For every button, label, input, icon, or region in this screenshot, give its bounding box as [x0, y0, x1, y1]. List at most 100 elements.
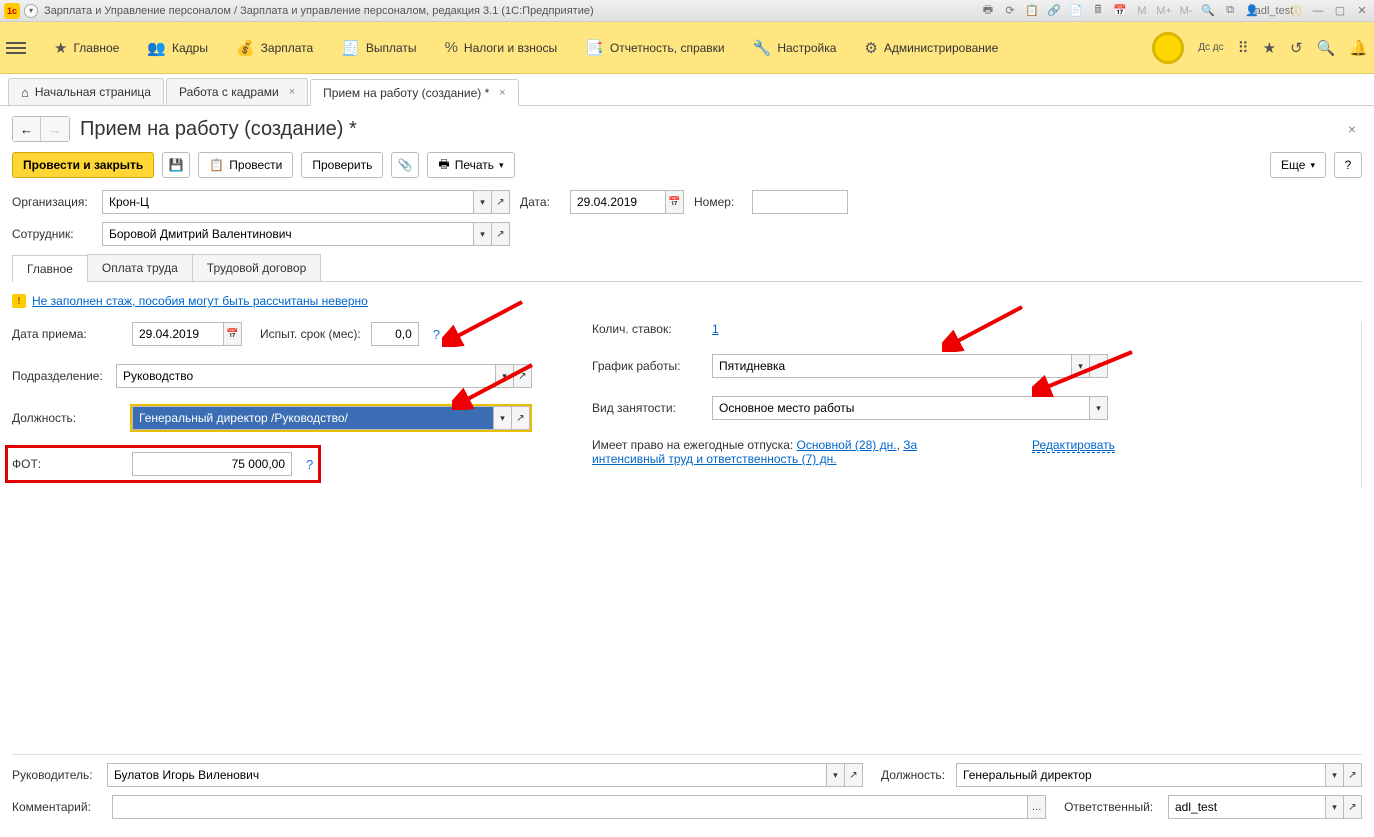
manager-field[interactable]: ▾↗: [107, 763, 863, 787]
open-icon[interactable]: ↗: [1090, 354, 1108, 378]
rates-link[interactable]: 1: [712, 322, 719, 336]
chevron-down-icon[interactable]: ▾: [1326, 763, 1344, 787]
open-icon[interactable]: ↗: [512, 406, 530, 430]
burger-icon[interactable]: [6, 42, 26, 54]
edit-vacation-link[interactable]: Редактировать: [1032, 438, 1115, 453]
schedule-field[interactable]: ▾↗: [712, 354, 1108, 378]
position-field[interactable]: ▾↗: [132, 406, 530, 430]
star-icon[interactable]: ★: [1263, 39, 1276, 57]
tab-hire[interactable]: Прием на работу (создание) *×: [310, 79, 519, 106]
menu-hr[interactable]: 👥Кадры: [133, 22, 222, 73]
chevron-down-icon[interactable]: ▾: [1090, 396, 1108, 420]
check-button[interactable]: Проверить: [301, 152, 383, 178]
open-icon[interactable]: ↗: [1344, 763, 1362, 787]
bell-icon[interactable]: 🔔: [1349, 39, 1368, 57]
employment-field[interactable]: ▾: [712, 396, 1108, 420]
open-icon[interactable]: ↗: [492, 222, 510, 246]
history-icon[interactable]: ↺: [1290, 39, 1303, 57]
tab-home[interactable]: ⌂Начальная страница: [8, 78, 164, 105]
close-icon[interactable]: ×: [289, 86, 295, 98]
chevron-down-icon[interactable]: ▾: [496, 364, 514, 388]
organization-input[interactable]: [102, 190, 474, 214]
maximize-icon[interactable]: ▢: [1332, 3, 1348, 19]
zoom-icon[interactable]: 🔍: [1200, 3, 1216, 19]
date-field[interactable]: 📅: [570, 190, 684, 214]
comment-input[interactable]: [112, 795, 1028, 819]
open-icon[interactable]: ↗: [845, 763, 863, 787]
close-icon[interactable]: ×: [499, 87, 505, 99]
inner-tab-main[interactable]: Главное: [12, 255, 88, 282]
tab-hr-work[interactable]: Работа с кадрами×: [166, 78, 308, 105]
manager-input[interactable]: [107, 763, 827, 787]
menu-admin[interactable]: ⚙Администрирование: [850, 22, 1012, 73]
chevron-down-icon[interactable]: ▾: [1072, 354, 1090, 378]
inner-tab-pay[interactable]: Оплата труда: [87, 254, 193, 281]
comment-field[interactable]: …: [112, 795, 1046, 819]
search-icon[interactable]: 🔍: [1317, 39, 1336, 57]
number-input[interactable]: [752, 190, 848, 214]
fot-field[interactable]: [132, 452, 292, 476]
responsible-input[interactable]: [1168, 795, 1326, 819]
position-input[interactable]: [132, 406, 494, 430]
chevron-down-icon[interactable]: ▾: [1326, 795, 1344, 819]
window-icon[interactable]: ⧉: [1222, 3, 1238, 19]
accept-date-input[interactable]: [132, 322, 224, 346]
tool-icon[interactable]: 📄: [1068, 3, 1084, 19]
warning-link[interactable]: Не заполнен стаж, пособия могут быть рас…: [32, 294, 368, 308]
expand-icon[interactable]: …: [1028, 795, 1046, 819]
number-field[interactable]: [752, 190, 848, 214]
m-minus-icon[interactable]: M-: [1178, 3, 1194, 19]
forward-button[interactable]: →: [41, 117, 69, 141]
page-close-button[interactable]: ×: [1342, 121, 1362, 137]
help-icon[interactable]: ?: [433, 327, 440, 342]
employee-field[interactable]: ▾↗: [102, 222, 510, 246]
menu-taxes[interactable]: %Налоги и взносы: [431, 22, 572, 73]
footer-position-input[interactable]: [956, 763, 1326, 787]
process-button[interactable]: 📋Провести: [198, 152, 293, 178]
chevron-down-icon[interactable]: ▾: [827, 763, 845, 787]
print-button[interactable]: 🖶Печать▾: [427, 152, 514, 178]
tool-icon[interactable]: 🔗: [1046, 3, 1062, 19]
menu-main[interactable]: ★Главное: [40, 22, 133, 73]
close-icon[interactable]: ✕: [1354, 3, 1370, 19]
process-and-close-button[interactable]: Провести и закрыть: [12, 152, 154, 178]
fot-input[interactable]: [132, 452, 292, 476]
menu-salary[interactable]: 💰Зарплата: [222, 22, 327, 73]
footer-position-field[interactable]: ▾↗: [956, 763, 1362, 787]
attach-button[interactable]: 📎: [391, 152, 419, 178]
calendar-icon[interactable]: 📅: [1112, 3, 1128, 19]
open-icon[interactable]: ↗: [1344, 795, 1362, 819]
schedule-input[interactable]: [712, 354, 1072, 378]
employee-input[interactable]: [102, 222, 474, 246]
help-button[interactable]: ?: [1334, 152, 1362, 178]
calc-icon[interactable]: 🖩: [1090, 3, 1106, 19]
accept-date-field[interactable]: 📅: [132, 322, 242, 346]
info-icon[interactable]: ⓘ: [1288, 3, 1304, 19]
date-input[interactable]: [570, 190, 666, 214]
help-icon[interactable]: ?: [306, 457, 313, 472]
m-plus-icon[interactable]: M+: [1156, 3, 1172, 19]
open-icon[interactable]: ↗: [492, 190, 510, 214]
menu-reports[interactable]: 📑Отчетность, справки: [571, 22, 738, 73]
chevron-down-icon[interactable]: ▾: [494, 406, 512, 430]
more-button[interactable]: Еще▾: [1270, 152, 1326, 178]
chevron-down-icon[interactable]: ▾: [474, 190, 492, 214]
responsible-field[interactable]: ▾↗: [1168, 795, 1362, 819]
avatar-circle-icon[interactable]: [1152, 32, 1184, 64]
employment-input[interactable]: [712, 396, 1090, 420]
grid-icon[interactable]: ⠿: [1238, 39, 1249, 57]
open-icon[interactable]: ↗: [514, 364, 532, 388]
calendar-icon[interactable]: 📅: [224, 322, 242, 346]
m-icon[interactable]: M: [1134, 3, 1150, 19]
tool-icon[interactable]: 📋: [1024, 3, 1040, 19]
tool-icon[interactable]: 🖶: [980, 3, 996, 19]
organization-field[interactable]: ▾↗: [102, 190, 510, 214]
minimize-icon[interactable]: —: [1310, 3, 1326, 19]
menu-settings[interactable]: 🔧Настройка: [739, 22, 851, 73]
inner-tab-contract[interactable]: Трудовой договор: [192, 254, 321, 281]
calendar-icon[interactable]: 📅: [666, 190, 684, 214]
save-button[interactable]: 💾: [162, 152, 190, 178]
menu-payments[interactable]: 🧾Выплаты: [327, 22, 430, 73]
titlebar-dropdown-icon[interactable]: ▾: [24, 4, 38, 18]
department-field[interactable]: ▾↗: [116, 364, 532, 388]
